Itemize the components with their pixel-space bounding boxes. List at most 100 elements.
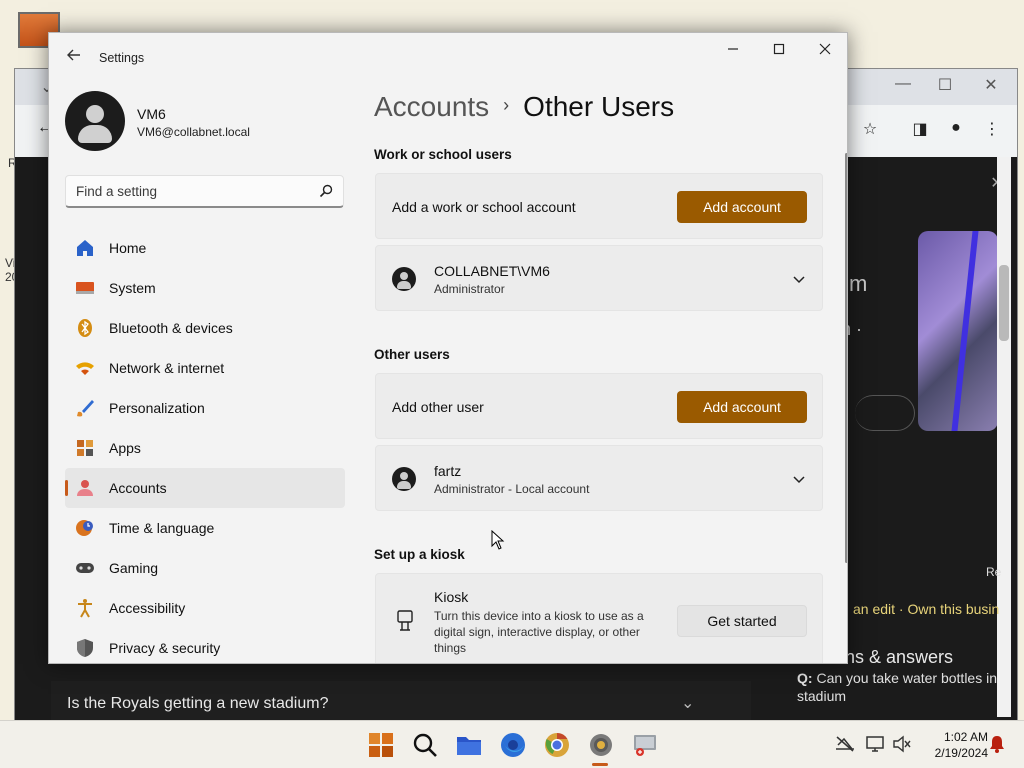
wifi-icon bbox=[76, 362, 94, 375]
browser-close-icon[interactable]: ✕ bbox=[979, 75, 1003, 95]
sidebar-item-label: Home bbox=[109, 240, 147, 256]
close-icon[interactable] bbox=[807, 41, 843, 61]
sidebar-item-accessibility[interactable]: Accessibility bbox=[65, 588, 345, 628]
sidebar-item-label: Gaming bbox=[109, 560, 159, 576]
other-user-row[interactable]: fartz Administrator - Local account bbox=[375, 445, 823, 511]
page-title: Other Users bbox=[523, 91, 675, 122]
title-bar[interactable]: Settings bbox=[49, 33, 847, 83]
section-title-other: Other users bbox=[374, 347, 450, 362]
sidebar-item-label: Time & language bbox=[109, 520, 215, 536]
display-icon[interactable] bbox=[866, 735, 886, 753]
sidebar-item-gaming[interactable]: Gaming bbox=[65, 548, 345, 588]
sidebar-item-system[interactable]: System bbox=[65, 268, 345, 308]
search-icon[interactable] bbox=[318, 183, 334, 199]
chrome-icon[interactable] bbox=[543, 731, 571, 759]
profile-email: VM6@collabnet.local bbox=[137, 125, 250, 139]
network-offline-icon[interactable] bbox=[835, 735, 855, 753]
volume-muted-icon[interactable] bbox=[892, 735, 912, 753]
sidebar-item-label: Network & internet bbox=[109, 360, 225, 376]
settings-scrollbar[interactable] bbox=[845, 153, 847, 563]
settings-window: Settings VM6 VM6@collabnet.local Home Sy… bbox=[48, 32, 848, 664]
sidebar-item-home[interactable]: Home bbox=[65, 228, 345, 268]
sidebar-item-label: Accessibility bbox=[109, 600, 186, 616]
add-other-user-button[interactable]: Add account bbox=[677, 391, 807, 423]
profile-icon[interactable]: ● bbox=[944, 119, 968, 137]
file-explorer-icon[interactable] bbox=[455, 731, 483, 759]
chevron-down-icon[interactable] bbox=[792, 472, 806, 486]
firefox-icon[interactable] bbox=[499, 731, 527, 759]
search-input[interactable] bbox=[66, 176, 316, 207]
breadcrumb: Accounts › Other Users bbox=[374, 91, 674, 123]
browser-maximize-icon[interactable]: ☐ bbox=[933, 75, 957, 95]
taskbar: 1:02 AM 2/19/2024 bbox=[0, 720, 1024, 768]
section-title-kiosk: Set up a kiosk bbox=[374, 547, 465, 562]
question-accordion[interactable]: Is the Royals getting a new stadium? ⌄ bbox=[51, 681, 751, 725]
sidebar-item-apps[interactable]: Apps bbox=[65, 428, 345, 468]
back-arrow-icon[interactable] bbox=[63, 47, 85, 69]
home-icon bbox=[77, 240, 93, 256]
notification-bell-icon[interactable] bbox=[987, 735, 1007, 753]
browser-menu-icon[interactable]: ⋮ bbox=[980, 119, 1004, 139]
avatar[interactable] bbox=[65, 91, 125, 151]
bluetooth-icon bbox=[78, 319, 92, 337]
other-user-name: fartz bbox=[434, 463, 462, 479]
chevron-down-icon[interactable] bbox=[792, 272, 806, 286]
work-user-role: Administrator bbox=[434, 282, 505, 296]
bookmark-star-icon[interactable]: ☆ bbox=[858, 119, 882, 139]
browser-minimize-icon[interactable]: — bbox=[891, 75, 915, 93]
qa-question[interactable]: Q: Can you take water bottles in stadium bbox=[797, 669, 1007, 705]
edit-link[interactable]: an edit · Own this busin bbox=[853, 601, 999, 617]
question-text: Is the Royals getting a new stadium? bbox=[67, 695, 329, 712]
sidebar-item-label: System bbox=[109, 280, 156, 296]
sidebar-item-network[interactable]: Network & internet bbox=[65, 348, 345, 388]
kiosk-icon bbox=[397, 610, 413, 631]
user-avatar-icon bbox=[392, 467, 416, 491]
qa-title: ons & answers bbox=[835, 647, 954, 667]
get-started-button[interactable]: Get started bbox=[677, 605, 807, 637]
stadium-image[interactable] bbox=[918, 231, 998, 431]
qa-prefix: Q: bbox=[797, 670, 813, 686]
sidebar-item-label: Accounts bbox=[109, 480, 167, 496]
sidebar-item-accounts[interactable]: Accounts bbox=[65, 468, 345, 508]
sidebar-item-privacy-security[interactable]: Privacy & security bbox=[65, 628, 345, 663]
add-work-account-button[interactable]: Add account bbox=[677, 191, 807, 223]
mouse-cursor-icon bbox=[491, 530, 505, 550]
breadcrumb-parent[interactable]: Accounts bbox=[374, 91, 489, 122]
search-box[interactable] bbox=[65, 175, 344, 208]
sidebar-item-label: Apps bbox=[109, 440, 141, 456]
browser-scrollbar-track[interactable] bbox=[997, 157, 1011, 717]
window-title: Settings bbox=[99, 51, 145, 65]
remote-desktop-icon[interactable] bbox=[631, 731, 659, 759]
settings-icon[interactable] bbox=[587, 731, 615, 759]
sidebar-item-bluetooth[interactable]: Bluetooth & devices bbox=[65, 308, 345, 348]
qa-question-text: Can you take water bottles in stadium bbox=[797, 670, 997, 704]
brush-icon bbox=[77, 400, 94, 417]
kiosk-card: Kiosk Turn this device into a kiosk to u… bbox=[375, 573, 823, 663]
sidebar-item-time-language[interactable]: Time & language bbox=[65, 508, 345, 548]
work-user-name: COLLABNET\VM6 bbox=[434, 263, 550, 279]
add-other-user-label: Add other user bbox=[392, 399, 484, 415]
kiosk-title: Kiosk bbox=[434, 589, 469, 605]
browser-search-pill[interactable] bbox=[855, 395, 915, 431]
work-user-row[interactable]: COLLABNET\VM6 Administrator bbox=[375, 245, 823, 311]
clock[interactable]: 1:02 AM 2/19/2024 bbox=[918, 729, 988, 761]
sidebar-icon[interactable]: ◨ bbox=[908, 119, 932, 139]
hint-text-m: m bbox=[849, 271, 868, 296]
sidebar-item-label: Privacy & security bbox=[109, 640, 221, 656]
maximize-icon[interactable] bbox=[761, 41, 797, 61]
user-avatar-icon bbox=[392, 267, 416, 291]
system-icon bbox=[76, 282, 94, 294]
search-icon[interactable] bbox=[411, 731, 439, 759]
active-app-indicator bbox=[592, 763, 608, 766]
start-icon[interactable] bbox=[367, 731, 395, 759]
clock-date: 2/19/2024 bbox=[934, 746, 988, 760]
sidebar-item-label: Personalization bbox=[109, 400, 205, 416]
add-work-account-label: Add a work or school account bbox=[392, 199, 576, 215]
add-other-user-card: Add other user Add account bbox=[375, 373, 823, 439]
shield-icon bbox=[77, 639, 93, 657]
time-language-icon bbox=[76, 520, 93, 536]
clock-time: 1:02 AM bbox=[943, 730, 988, 744]
sidebar-item-personalization[interactable]: Personalization bbox=[65, 388, 345, 428]
minimize-icon[interactable] bbox=[715, 41, 751, 61]
browser-scrollbar-thumb[interactable] bbox=[999, 265, 1009, 341]
